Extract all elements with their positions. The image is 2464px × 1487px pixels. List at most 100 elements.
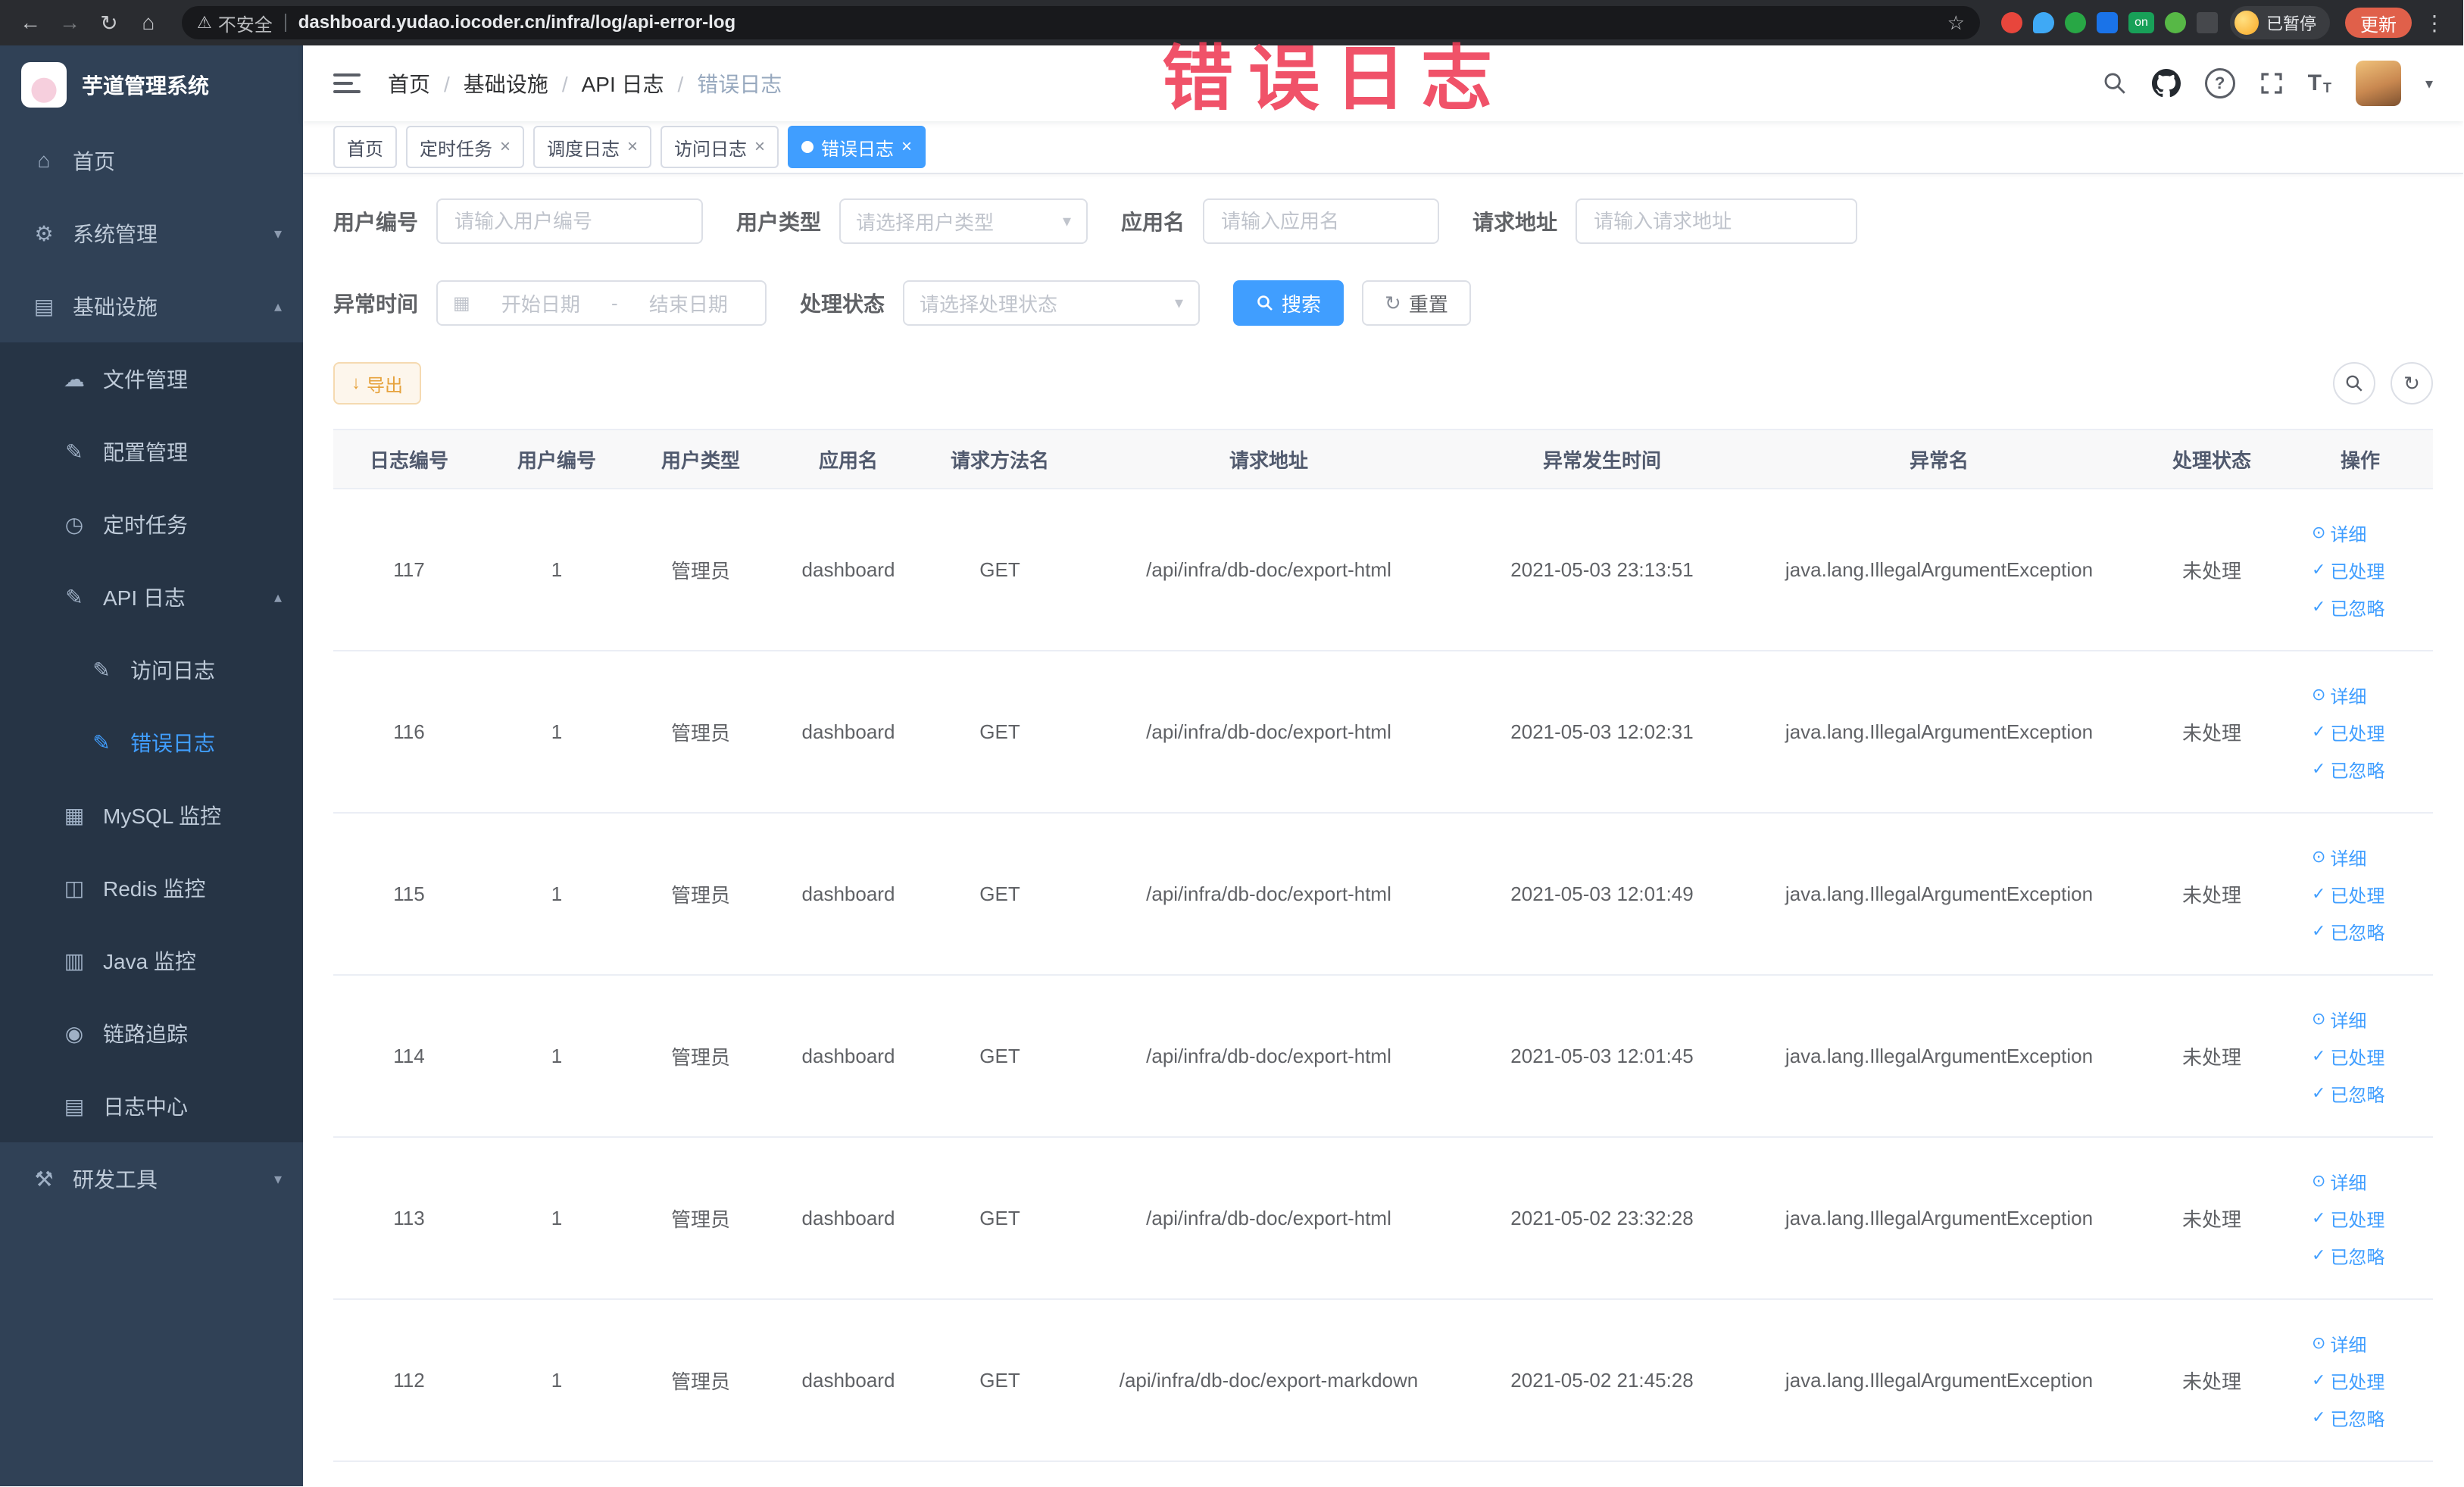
reload-icon[interactable]: ↻ (91, 11, 127, 36)
tab-error-log[interactable]: 错误日志 × (788, 126, 926, 168)
chevron-down-icon: ▾ (1062, 211, 1072, 230)
detail-link[interactable]: ⊙ 详细 (2312, 1330, 2366, 1357)
back-icon[interactable]: ← (12, 11, 48, 35)
url-bar[interactable]: ⚠ 不安全 dashboard.yudao.iocoder.cn/infra/l… (182, 6, 1980, 39)
detail-link[interactable]: ⊙ 详细 (2312, 682, 2366, 708)
tab-home[interactable]: 首页 (333, 126, 397, 168)
ext-icon-pin[interactable] (2196, 12, 2218, 33)
detail-link[interactable]: ⊙ 详细 (2312, 520, 2366, 546)
close-icon[interactable]: × (500, 136, 511, 158)
tab-scheduled-jobs[interactable]: 定时任务 × (406, 126, 525, 168)
process-status-label: 处理状态 (800, 292, 885, 316)
detail-link[interactable]: ⊙ 详细 (2312, 844, 2366, 870)
mark-ignored-link[interactable]: ✓ 已忽略 (2312, 594, 2384, 620)
detail-link[interactable]: ⊙ 详细 (2312, 1168, 2366, 1195)
forward-icon[interactable]: → (52, 11, 88, 35)
mark-processed-link[interactable]: ✓ 已处理 (2312, 881, 2384, 908)
tab-dispatch-log[interactable]: 调度日志 × (533, 126, 652, 168)
mark-ignored-link[interactable]: ✓ 已忽略 (2312, 1404, 2384, 1431)
bookmark-star-icon[interactable]: ☆ (1947, 11, 1965, 35)
tab-access-log[interactable]: 访问日志 × (661, 126, 779, 168)
sidebar-item-config-mgmt[interactable]: ✎ 配置管理 (0, 415, 303, 488)
font-size-icon[interactable]: TT (2308, 70, 2331, 96)
app-name-input[interactable] (1203, 198, 1440, 244)
mark-ignored-link[interactable]: ✓ 已忽略 (2312, 756, 2384, 783)
ext-icon-blue-grid[interactable] (2096, 12, 2118, 33)
breadcrumb-home[interactable]: 首页 (388, 68, 430, 98)
github-icon[interactable] (2151, 69, 2181, 98)
sidebar-item-scheduled-jobs[interactable]: ◷ 定时任务 (0, 488, 303, 561)
cell-exception-time: 2021-05-03 12:01:45 (1462, 975, 1742, 1138)
exception-time-range-picker[interactable]: ▦ 开始日期 - 结束日期 (436, 280, 767, 326)
mark-ignored-link[interactable]: ✓ 已忽略 (2312, 918, 2384, 945)
ext-icon-on-badge[interactable]: on (2128, 12, 2154, 33)
breadcrumb-api-log[interactable]: API 日志 (562, 68, 664, 98)
detail-link[interactable]: ⊙ 详细 (2312, 1006, 2366, 1032)
user-id-input[interactable] (436, 198, 704, 244)
mark-ignored-link[interactable]: ✓ 已忽略 (2312, 1242, 2384, 1269)
cell-user-type: 管理员 (629, 651, 773, 814)
refresh-icon: ↻ (1385, 291, 1401, 314)
mark-processed-link[interactable]: ✓ 已处理 (2312, 1043, 2384, 1070)
cell-status: 未处理 (2136, 1137, 2288, 1300)
browser-menu-icon[interactable]: ⋮ (2424, 11, 2445, 36)
user-type-select[interactable]: 请选择用户类型 ▾ (839, 198, 1088, 244)
fullscreen-icon[interactable] (2259, 71, 2284, 95)
cell-actions: ⊙ 详细 ✓ 已处理 ✓ 已忽略 (2288, 489, 2433, 651)
search-button[interactable]: 搜索 (1233, 280, 1344, 326)
mark-processed-link[interactable]: ✓ 已处理 (2312, 1367, 2384, 1394)
app-logo[interactable]: 芋道管理系统 (0, 45, 303, 124)
cell-method: GET (924, 1299, 1076, 1462)
browser-profile-chip[interactable]: 已暂停 (2229, 6, 2330, 39)
breadcrumb-infrastructure[interactable]: 基础设施 (444, 68, 548, 98)
export-button[interactable]: ↓ 导出 (333, 362, 421, 405)
mark-ignored-link[interactable]: ✓ 已忽略 (2312, 1080, 2384, 1107)
sidebar-item-access-log[interactable]: ✎ 访问日志 (0, 633, 303, 706)
update-button[interactable]: 更新 (2345, 8, 2412, 38)
home-icon: ⌂ (37, 148, 51, 172)
search-icon[interactable] (2102, 70, 2128, 96)
cell-exception-time: 2021-05-03 12:02:31 (1462, 651, 1742, 814)
ext-icon-green-circle[interactable] (2064, 12, 2086, 33)
sidebar-item-home[interactable]: ⌂ 首页 (0, 124, 303, 197)
cell-app-name: dashboard (773, 489, 924, 651)
check-icon: ✓ (2312, 1370, 2326, 1389)
sidebar-item-error-log[interactable]: ✎ 错误日志 (0, 706, 303, 779)
sidebar-item-api-log[interactable]: ✎ API 日志 ▴ (0, 561, 303, 633)
table-toolbar: ↓ 导出 ↻ (333, 362, 2433, 405)
mark-processed-link[interactable]: ✓ 已处理 (2312, 1205, 2384, 1232)
close-icon[interactable]: × (754, 136, 765, 158)
sidebar-item-java-monitor[interactable]: ▥ Java 监控 (0, 924, 303, 997)
ext-icon-blue-drop[interactable] (2032, 12, 2054, 33)
sidebar-item-redis-monitor[interactable]: ◫ Redis 监控 (0, 851, 303, 924)
close-icon[interactable]: × (627, 136, 638, 158)
reset-button[interactable]: ↻ 重置 (1362, 280, 1471, 326)
eye-icon: ⊙ (2312, 1009, 2326, 1028)
help-icon[interactable]: ? (2204, 68, 2235, 98)
table-row: 117 1 管理员 dashboard GET /api/infra/db-do… (333, 489, 2433, 651)
sidebar-item-mysql-monitor[interactable]: ▦ MySQL 监控 (0, 779, 303, 851)
ext-icon-leaf[interactable] (2164, 12, 2186, 33)
table-row: 112 1 管理员 dashboard GET /api/infra/db-do… (333, 1299, 2433, 1462)
sidebar-item-infrastructure[interactable]: ▤ 基础设施 ▴ (0, 270, 303, 342)
process-status-select[interactable]: 请选择处理状态 ▾ (903, 280, 1201, 326)
ext-icon-red[interactable] (2000, 12, 2022, 33)
mark-processed-link[interactable]: ✓ 已处理 (2312, 557, 2384, 583)
user-avatar[interactable] (2355, 61, 2401, 106)
sidebar-item-dev-tools[interactable]: ⚒ 研发工具 ▾ (0, 1142, 303, 1215)
eye-icon: ⊙ (2312, 1333, 2326, 1352)
sidebar-item-tracing[interactable]: ◉ 链路追踪 (0, 997, 303, 1070)
sidebar-item-log-center[interactable]: ▤ 日志中心 (0, 1070, 303, 1142)
avatar-caret-icon[interactable]: ▾ (2425, 74, 2433, 93)
toggle-search-button[interactable] (2333, 362, 2375, 405)
sidebar-item-file-mgmt[interactable]: ☁ 文件管理 (0, 342, 303, 415)
sidebar-item-system-mgmt[interactable]: ⚙ 系统管理 ▾ (0, 197, 303, 270)
close-icon[interactable]: × (901, 136, 912, 158)
request-url-input[interactable] (1576, 198, 1858, 244)
mark-processed-link[interactable]: ✓ 已处理 (2312, 719, 2384, 745)
sidebar-toggle[interactable] (333, 73, 361, 93)
column-header-app-name: 应用名 (773, 430, 924, 489)
cell-log-id: 112 (333, 1299, 485, 1462)
home-icon[interactable]: ⌂ (130, 11, 167, 35)
refresh-button[interactable]: ↻ (2391, 362, 2433, 405)
